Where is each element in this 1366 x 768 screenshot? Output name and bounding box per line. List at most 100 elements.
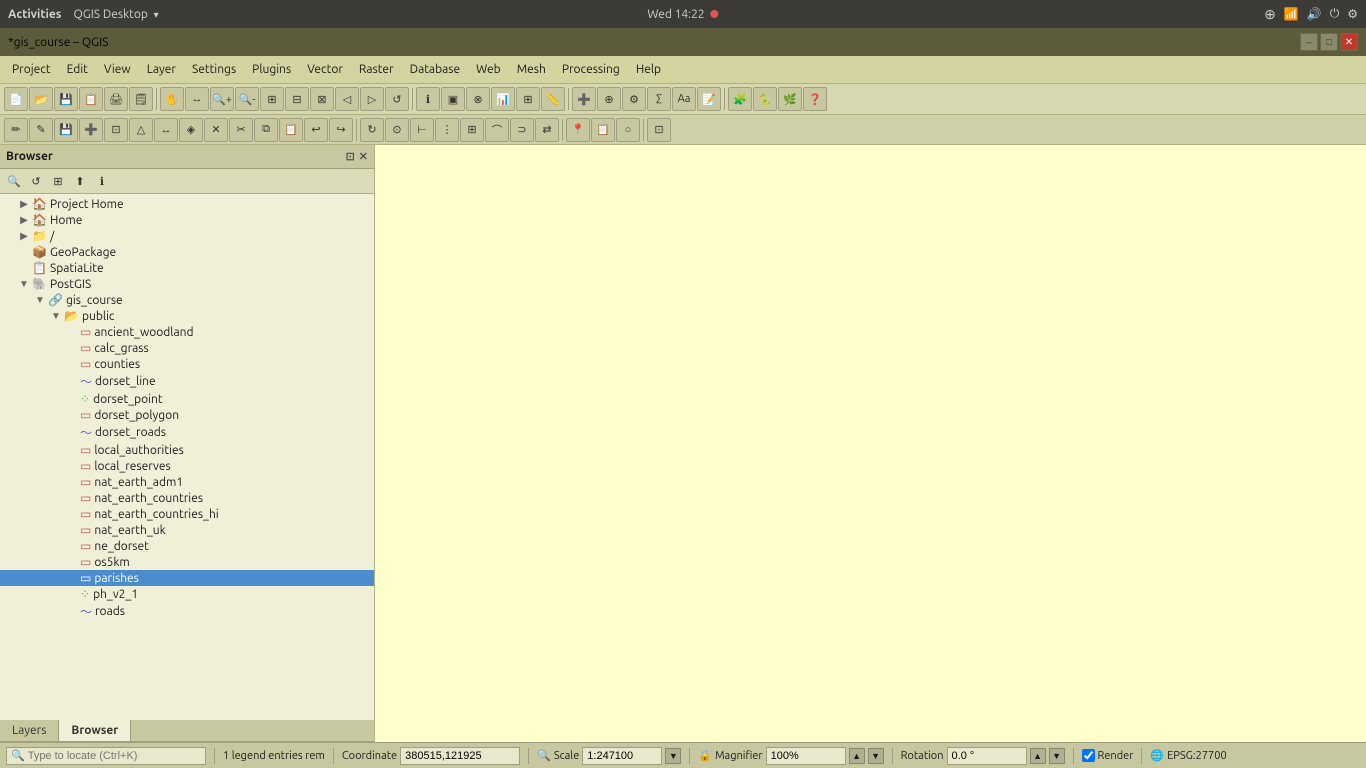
menu-help[interactable]: Help xyxy=(628,60,669,79)
locate-input[interactable] xyxy=(28,750,201,762)
tree-item-dorset-point[interactable]: ▶ ⁘ dorset_point xyxy=(0,391,374,407)
label-tool[interactable]: Aa xyxy=(672,87,696,111)
open-project-button[interactable]: 📂 xyxy=(29,87,53,111)
tab-browser[interactable]: Browser xyxy=(59,720,131,741)
rotation-input[interactable] xyxy=(947,747,1027,765)
panel-close-icon[interactable]: ✕ xyxy=(359,150,368,163)
digitize-with-segment[interactable]: ⊡ xyxy=(104,118,128,142)
tree-item-project-home[interactable]: ▶ 🏠 Project Home xyxy=(0,196,374,212)
plugin-manager[interactable]: 🧩 xyxy=(728,87,752,111)
add-layer-menu[interactable]: ➕ xyxy=(572,87,596,111)
minimize-button[interactable]: – xyxy=(1300,33,1318,51)
tree-item-ph-v2-1[interactable]: ▶ ⁘ ph_v2_1 xyxy=(0,586,374,602)
digitize-shape[interactable]: △ xyxy=(129,118,153,142)
tab-layers[interactable]: Layers xyxy=(0,720,59,741)
tree-item-local-authorities[interactable]: ▶ ▭ local_authorities xyxy=(0,442,374,458)
activities-button[interactable]: Activities xyxy=(8,8,61,21)
save-edits-button[interactable]: 💾 xyxy=(54,118,78,142)
save-project-button[interactable]: 💾 xyxy=(54,87,78,111)
scale-input[interactable] xyxy=(582,747,662,765)
layer-properties[interactable]: ⚙ xyxy=(622,87,646,111)
panel-dock-icon[interactable]: ⊡ xyxy=(346,150,355,163)
menu-processing[interactable]: Processing xyxy=(554,60,628,79)
tree-item-dorset-line[interactable]: ▶ 〜 dorset_line xyxy=(0,372,374,391)
toggle-edit-button[interactable]: ✎ xyxy=(29,118,53,142)
pan-tool[interactable]: ✋ xyxy=(160,87,184,111)
offset-point-symbols[interactable]: ⊙ xyxy=(385,118,409,142)
menu-settings[interactable]: Settings xyxy=(184,60,244,79)
open-form[interactable]: 📋 xyxy=(591,118,615,142)
coordinate-input[interactable] xyxy=(400,747,520,765)
zoom-in-button[interactable]: 🔍+ xyxy=(210,87,234,111)
menu-project[interactable]: Project xyxy=(4,60,59,79)
tree-item-geopackage[interactable]: ▶ 📦 GeoPackage xyxy=(0,244,374,260)
magnifier-input[interactable] xyxy=(766,747,846,765)
zoom-next-button[interactable]: ▷ xyxy=(360,87,384,111)
measure-line[interactable]: 📏 xyxy=(541,87,565,111)
split-features[interactable]: ⋮ xyxy=(435,118,459,142)
copy-features[interactable]: ⧉ xyxy=(254,118,278,142)
grass-tools[interactable]: 🌿 xyxy=(778,87,802,111)
undo-button[interactable]: ↩ xyxy=(304,118,328,142)
tree-item-nat-earth-adm1[interactable]: ▶ ▭ nat_earth_adm1 xyxy=(0,474,374,490)
menu-view[interactable]: View xyxy=(96,60,139,79)
browser-filter-icon[interactable]: ⊞ xyxy=(48,171,68,191)
menu-database[interactable]: Database xyxy=(402,60,469,79)
browser-refresh-icon[interactable]: ↺ xyxy=(26,171,46,191)
tree-item-gis-course[interactable]: ▼ 🔗 gis_course xyxy=(0,292,374,308)
magnifier-down-btn[interactable]: ▼ xyxy=(868,748,884,764)
tree-item-nat-earth-countries-hi[interactable]: ▶ ▭ nat_earth_countries_hi xyxy=(0,506,374,522)
delete-selected[interactable]: ✕ xyxy=(204,118,228,142)
tree-item-dorset-roads[interactable]: ▶ 〜 dorset_roads xyxy=(0,423,374,442)
python-console[interactable]: 🐍 xyxy=(753,87,777,111)
refresh-button[interactable]: ↺ xyxy=(385,87,409,111)
new-project-button[interactable]: 📄 xyxy=(4,87,28,111)
browser-info-icon[interactable]: ℹ xyxy=(92,171,112,191)
zoom-last-button[interactable]: ◁ xyxy=(335,87,359,111)
merge-features[interactable]: ⊞ xyxy=(460,118,484,142)
rotation-down-btn[interactable]: ▼ xyxy=(1049,748,1065,764)
menu-vector[interactable]: Vector xyxy=(299,60,351,79)
identify-features[interactable]: ℹ xyxy=(416,87,440,111)
menu-layer[interactable]: Layer xyxy=(139,60,184,79)
browser-collapse-icon[interactable]: ⬆ xyxy=(70,171,90,191)
node-tool[interactable]: ◈ xyxy=(179,118,203,142)
offset-curve[interactable]: ⊃ xyxy=(510,118,534,142)
pan-to-selection[interactable]: ↔ xyxy=(185,87,209,111)
annotation-tool[interactable]: 📝 xyxy=(697,87,721,111)
label-pin-tool[interactable]: 📍 xyxy=(566,118,590,142)
tree-item-dorset-polygon[interactable]: ▶ ▭ dorset_polygon xyxy=(0,407,374,423)
reshape-features[interactable]: ⌒ xyxy=(485,118,509,142)
power-icon[interactable]: ⏻ xyxy=(1330,7,1340,21)
magnifier-up-btn[interactable]: ▲ xyxy=(849,748,865,764)
reverse-line[interactable]: ⇄ xyxy=(535,118,559,142)
tree-item-spatialite[interactable]: ▶ 📋 SpatiaLite xyxy=(0,260,374,276)
tree-item-root[interactable]: ▶ 📁 / xyxy=(0,228,374,244)
tree-item-public[interactable]: ▼ 📂 public xyxy=(0,308,374,324)
menu-mesh[interactable]: Mesh xyxy=(509,60,554,79)
paste-features[interactable]: 📋 xyxy=(279,118,303,142)
zoom-to-selection[interactable]: ⊠ xyxy=(310,87,334,111)
cut-features[interactable]: ✂ xyxy=(229,118,253,142)
tree-item-counties[interactable]: ▶ ▭ counties xyxy=(0,356,374,372)
open-attribute-table[interactable]: 📊 xyxy=(491,87,515,111)
close-button[interactable]: ✕ xyxy=(1340,33,1358,51)
rotate-point-symbols[interactable]: ↻ xyxy=(360,118,384,142)
scale-dropdown-btn[interactable]: ▼ xyxy=(665,748,681,764)
help-button[interactable]: ❓ xyxy=(803,87,827,111)
print-layout-button[interactable]: 🖨 xyxy=(104,87,128,111)
move-feature[interactable]: ↔ xyxy=(154,118,178,142)
browser-search-icon[interactable]: 🔍 xyxy=(4,171,24,191)
fill-ring-tool[interactable]: ○ xyxy=(616,118,640,142)
zoom-full-button[interactable]: ⊞ xyxy=(260,87,284,111)
tree-item-roads[interactable]: ▶ 〜 roads xyxy=(0,602,374,621)
locate-bar[interactable]: 🔍 xyxy=(6,747,206,765)
statistical-summary[interactable]: ∑ xyxy=(647,87,671,111)
epsg-status[interactable]: 🌐 EPSG:27700 xyxy=(1150,749,1226,762)
menu-edit[interactable]: Edit xyxy=(59,60,96,79)
settings-icon[interactable]: ⚙ xyxy=(1347,7,1358,21)
menu-raster[interactable]: Raster xyxy=(351,60,402,79)
notification-icon[interactable]: ⊕ xyxy=(1264,6,1276,23)
tree-item-nat-earth-uk[interactable]: ▶ ▭ nat_earth_uk xyxy=(0,522,374,538)
deselect-all[interactable]: ⊗ xyxy=(466,87,490,111)
